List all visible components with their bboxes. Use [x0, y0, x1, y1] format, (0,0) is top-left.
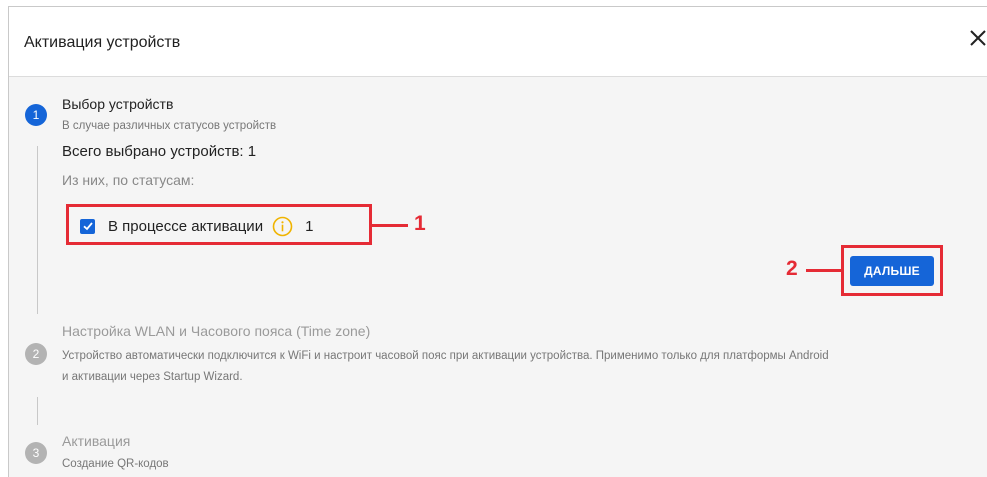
close-icon[interactable]	[967, 27, 987, 49]
step-1-subtitle: В случае различных статусов устройств	[62, 120, 277, 132]
step-2-number: 2	[25, 343, 47, 365]
step-connector	[37, 146, 38, 314]
step-connector	[37, 397, 38, 425]
step-2-subtitle-line-2: и активации через Startup Wizard.	[62, 371, 243, 383]
callout-1-highlight	[66, 204, 372, 245]
next-button[interactable]: ДАЛЬШЕ	[850, 256, 934, 286]
callout-1-line	[372, 224, 408, 227]
by-status-label: Из них, по статусам:	[62, 172, 195, 188]
step-2-subtitle-line-1: Устройство автоматически подключится к W…	[62, 350, 829, 362]
step-3-title: Активация	[62, 433, 131, 449]
dialog-title: Активация устройств	[24, 34, 181, 51]
dialog-header: Активация устройств	[9, 7, 987, 77]
callout-2-line	[806, 269, 841, 272]
callout-2-number: 2	[786, 257, 798, 280]
step-3-subtitle: Создание QR-кодов	[62, 458, 169, 470]
step-2-title: Настройка WLAN и Часового пояса (Time zo…	[62, 323, 371, 339]
total-selected-label: Всего выбрано устройств: 1	[62, 143, 257, 160]
step-1-number: 1	[25, 104, 47, 126]
callout-1-number: 1	[414, 212, 426, 235]
step-3-number: 3	[25, 442, 47, 464]
step-1-title: Выбор устройств	[62, 96, 174, 112]
